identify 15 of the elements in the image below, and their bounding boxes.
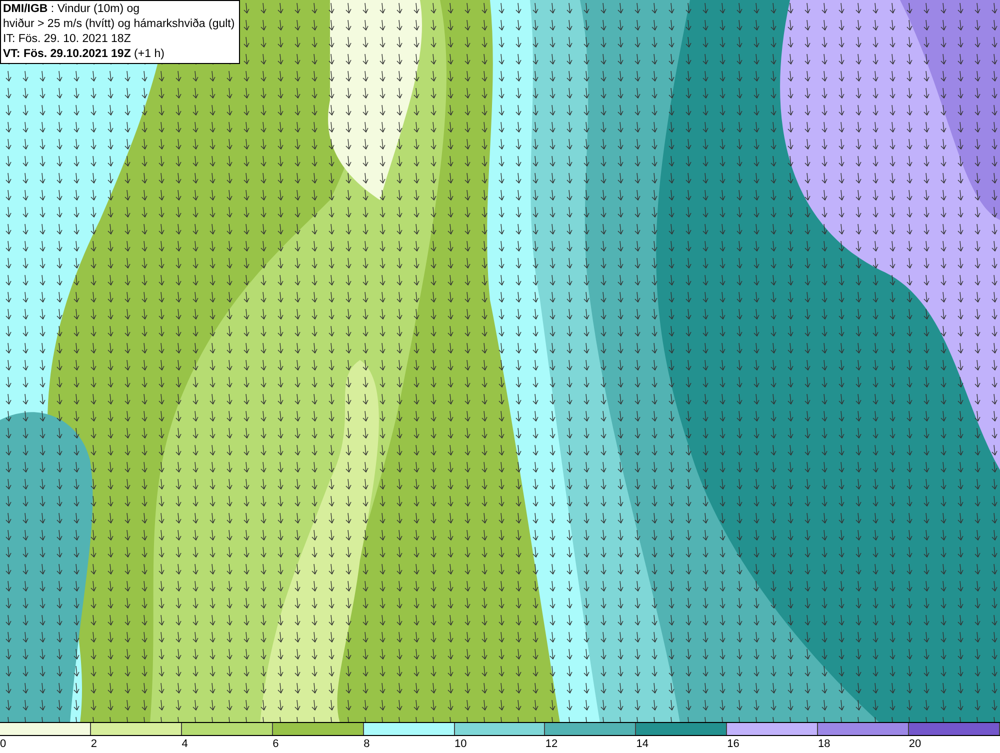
info-line: hviður > 25 m/s (hvítt) og hámarkshviða (gult) — [3, 17, 235, 32]
info-line: DMI/IGB : Vindur (10m) og — [3, 2, 141, 17]
legend-tick-label: 4 — [182, 738, 188, 750]
legend-tick-label: 2 — [90, 738, 98, 750]
legend-tick-label: 8 — [364, 738, 370, 750]
info-line: VT: Fös. 29.10.2021 19Z (+1 h) — [3, 47, 166, 62]
legend-tick-label: 16 — [727, 738, 740, 750]
legend-tick-label: 10 — [454, 738, 467, 750]
info-line: IT: Fös. 29. 10. 2021 18Z — [3, 32, 132, 47]
legend-tick-label: 12 — [545, 738, 558, 750]
legend-tick-label: 18 — [818, 738, 830, 750]
legend-tick-label: 0 — [0, 738, 6, 750]
legend-tick-label: 14 — [636, 738, 648, 750]
legend-tick-label: 20 — [908, 738, 922, 750]
legend-tick-label: 6 — [272, 738, 279, 750]
